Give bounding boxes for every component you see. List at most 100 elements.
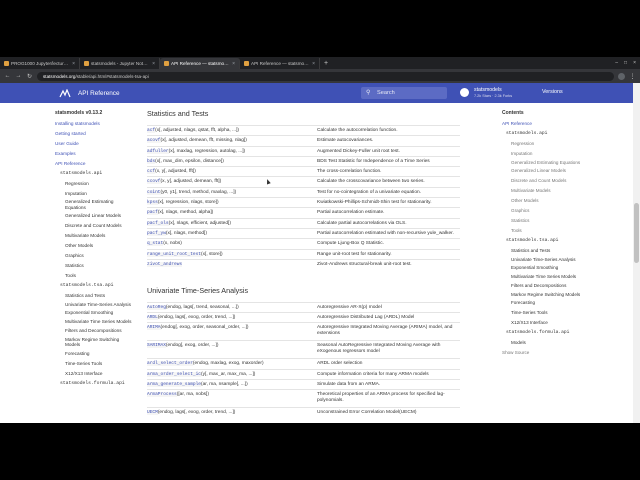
toc-item[interactable]: Other Models	[502, 196, 630, 206]
function-link[interactable]: ARDL	[147, 314, 158, 320]
toc-item[interactable]: Forecasting	[502, 298, 630, 308]
versions-dropdown[interactable]: Versions	[542, 89, 563, 95]
sidebar-item[interactable]: Getting started	[55, 129, 135, 139]
function-link[interactable]: arma_generate_sample	[147, 381, 202, 387]
sidebar-item[interactable]: X12/X13 Interface	[55, 369, 135, 379]
sidebar-item[interactable]: Statistics and Tests	[55, 291, 135, 301]
toc-item[interactable]: Multivariate Models	[502, 186, 630, 196]
close-window-icon[interactable]: ×	[633, 58, 636, 69]
sidebar-item[interactable]: Exponential Smoothing	[55, 308, 135, 318]
toc-item[interactable]: Discrete and Count Models	[502, 176, 630, 186]
sidebar-item[interactable]: API Reference	[55, 159, 135, 169]
toc-item[interactable]: Models	[502, 338, 630, 348]
toc-item[interactable]: statsmodels.api	[502, 129, 630, 139]
sidebar-item[interactable]: Generalized Estimating Equations	[55, 198, 135, 211]
function-link[interactable]: coint	[147, 189, 161, 195]
sidebar-item[interactable]: Statistics	[55, 261, 135, 271]
nav-title[interactable]: statsmodels v0.13.2	[55, 109, 135, 119]
sidebar-item[interactable]: Graphics	[55, 251, 135, 261]
profile-avatar[interactable]	[618, 72, 625, 80]
back-icon[interactable]: ←	[4, 73, 11, 79]
new-tab-button[interactable]: +	[320, 58, 332, 69]
toc-item[interactable]: statsmodels.tsa.api	[502, 236, 630, 246]
function-link[interactable]: ArmaProcess	[147, 392, 177, 398]
sidebar-item[interactable]: statsmodels.formula.api	[55, 379, 135, 389]
toc-item[interactable]: statsmodels.formula.api	[502, 328, 630, 338]
close-icon[interactable]: ×	[312, 61, 315, 67]
toc-item[interactable]: Univariate Time-Series Analysis	[502, 256, 630, 264]
close-icon[interactable]: ×	[152, 61, 155, 67]
toc-item[interactable]: Statistics	[502, 216, 630, 226]
toc-item[interactable]: Multivariate Time Series Models	[502, 273, 630, 281]
maximize-icon[interactable]: □	[624, 58, 627, 69]
sidebar-item[interactable]: Generalized Linear Models	[55, 211, 135, 221]
sidebar-item[interactable]: Regression	[55, 179, 135, 189]
sidebar-item[interactable]: Examples	[55, 149, 135, 159]
sidebar-item[interactable]: Filters and Decompositions	[55, 326, 135, 336]
toc-item[interactable]: API Reference	[502, 119, 630, 129]
function-link[interactable]: AutoReg	[147, 304, 166, 310]
browser-tab[interactable]: API Reference — statsmodels ×	[240, 58, 320, 69]
function-link[interactable]: UECM	[147, 410, 158, 416]
toc-item[interactable]: Graphics	[502, 206, 630, 216]
toc-item[interactable]: X12/X13 Interface	[502, 318, 630, 328]
function-link[interactable]: pacf_ols	[147, 220, 169, 226]
function-link[interactable]: arma_order_select_ic	[147, 371, 202, 377]
search-input[interactable]: ⚲ Search	[361, 87, 447, 99]
function-link[interactable]: pacf_yw	[147, 230, 166, 236]
url-input[interactable]: statsmodels.org/stable/api.html#statsmod…	[37, 71, 614, 81]
toc-item[interactable]: Filters and Decompositions	[502, 281, 630, 291]
minimize-icon[interactable]: –	[615, 58, 618, 69]
function-link[interactable]: kpss	[147, 200, 158, 206]
function-link[interactable]: SARIMAX	[147, 343, 166, 349]
sidebar-item[interactable]: User Guide	[55, 139, 135, 149]
function-link[interactable]: bds	[147, 158, 156, 164]
toc-item[interactable]: Regression	[502, 139, 630, 149]
function-link[interactable]: q_stat	[147, 241, 164, 247]
function-link[interactable]: ccovf	[147, 179, 161, 185]
toc-item[interactable]: Time-Series Tools	[502, 308, 630, 318]
browser-tab[interactable]: API Reference — statsmodels ×	[160, 58, 240, 69]
sidebar-item[interactable]: Forecasting	[55, 349, 135, 359]
reload-icon[interactable]: ↻	[26, 73, 33, 80]
toc-item[interactable]: Generalized Linear Models	[502, 166, 630, 176]
function-link[interactable]: range_unit_root_test	[147, 251, 202, 257]
function-link[interactable]: ardl_select_order	[147, 361, 193, 367]
function-link[interactable]: acovf	[147, 138, 161, 144]
sidebar-item[interactable]: Multivariate Models	[55, 231, 135, 241]
sidebar-item[interactable]: Other Models	[55, 241, 135, 251]
toc-item[interactable]: Show Source	[502, 348, 630, 358]
toc-item[interactable]: Statistics and Tests	[502, 246, 630, 256]
function-link[interactable]: acf	[147, 128, 156, 133]
sidebar-item[interactable]: Installing statsmodels	[55, 119, 135, 129]
toc-item[interactable]: Exponential Smoothing	[502, 263, 630, 273]
toc-item[interactable]: Markov Regime Switching Models	[502, 291, 630, 299]
menu-icon[interactable]: ⋮	[629, 73, 636, 80]
sidebar-item[interactable]: statsmodels.api	[55, 169, 135, 179]
function-link[interactable]: ccf	[147, 169, 156, 175]
function-link[interactable]: zivot_andrews	[147, 261, 183, 267]
browser-tab[interactable]: PROG1000 Jupyter/lecture23 ... ×	[0, 58, 80, 69]
toc-item[interactable]: Tools	[502, 226, 630, 236]
sidebar-item[interactable]: Tools	[55, 271, 135, 281]
sidebar-item[interactable]: Imputation	[55, 189, 135, 199]
function-link[interactable]: pacf	[147, 210, 158, 216]
close-icon[interactable]: ×	[232, 61, 235, 67]
browser-tab[interactable]: statsmodels - Jupyter Notebook ×	[80, 58, 160, 69]
sidebar-item[interactable]: Time-Series Tools	[55, 359, 135, 369]
sidebar-item[interactable]: Univariate Time-Series Analysis	[55, 301, 135, 309]
statsmodels-logo-icon[interactable]	[58, 88, 72, 98]
scrollbar-thumb[interactable]	[634, 203, 639, 263]
function-link[interactable]: ARIMA	[147, 325, 161, 331]
sidebar-item[interactable]: statsmodels.tsa.api	[55, 281, 135, 291]
window-controls[interactable]: – □ ×	[615, 58, 640, 69]
page-scrollbar[interactable]	[633, 83, 640, 423]
sidebar-item[interactable]: Discrete and Count Models	[55, 221, 135, 231]
forward-icon[interactable]: →	[15, 73, 22, 79]
sidebar-item[interactable]: Multivariate Time Series Models	[55, 318, 135, 326]
function-link[interactable]: adfuller	[147, 148, 169, 154]
toc-item[interactable]: Imputation	[502, 149, 630, 159]
toc-item[interactable]: Generalized Estimating Equations	[502, 159, 630, 167]
close-icon[interactable]: ×	[72, 61, 75, 67]
sidebar-item[interactable]: Markov Regime Switching Models	[55, 336, 135, 349]
